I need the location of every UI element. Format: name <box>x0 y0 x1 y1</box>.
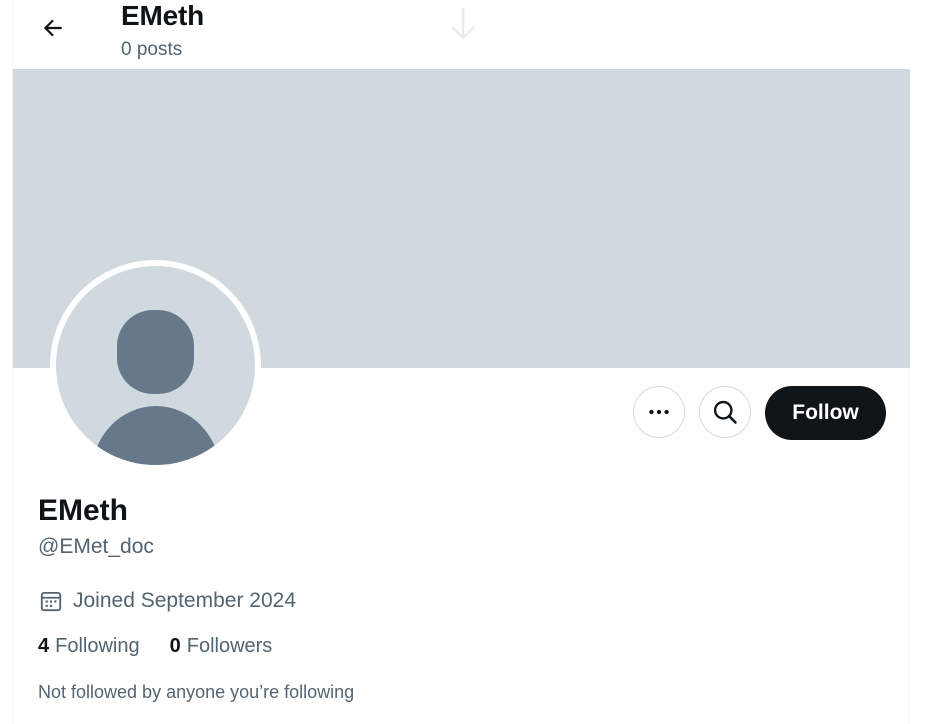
following-link[interactable]: 4 Following <box>38 635 140 658</box>
profile-handle: @EMet_doc <box>38 535 154 558</box>
follow-button[interactable]: Follow <box>765 386 886 440</box>
more-horizontal-icon <box>649 409 669 415</box>
followers-label: Followers <box>186 635 273 657</box>
search-icon <box>713 400 737 424</box>
following-label: Following <box>55 635 140 657</box>
joined-date: Joined September 2024 <box>38 588 296 614</box>
avatar[interactable] <box>50 260 261 471</box>
joined-text: Joined September 2024 <box>73 589 296 612</box>
main-column: EMeth 0 posts Follow EMeth @EMet_doc Joi… <box>12 0 910 724</box>
followers-link[interactable]: 0 Followers <box>170 635 273 658</box>
follow-stats: 4 Following 0 Followers <box>38 635 302 658</box>
header-posts-count: 0 posts <box>121 39 183 60</box>
calendar-icon <box>40 591 62 612</box>
profile-header: EMeth 0 posts <box>13 0 910 69</box>
default-avatar-image <box>56 266 255 465</box>
mutuals-note: Not followed by anyone you’re following <box>38 682 355 702</box>
search-posts-button[interactable] <box>699 386 751 438</box>
followers-count: 0 <box>169 635 181 657</box>
arrow-down-icon <box>451 8 475 40</box>
default-profile-silhouette-icon <box>91 310 221 465</box>
profile-display-name: EMeth <box>38 494 128 527</box>
back-button[interactable] <box>33 8 73 48</box>
profile-page: EMeth 0 posts Follow EMeth @EMet_doc Joi… <box>0 0 928 724</box>
more-button[interactable] <box>633 386 685 438</box>
header-title: EMeth <box>121 0 205 31</box>
arrow-left-icon <box>43 19 62 37</box>
following-count: 4 <box>38 635 50 657</box>
